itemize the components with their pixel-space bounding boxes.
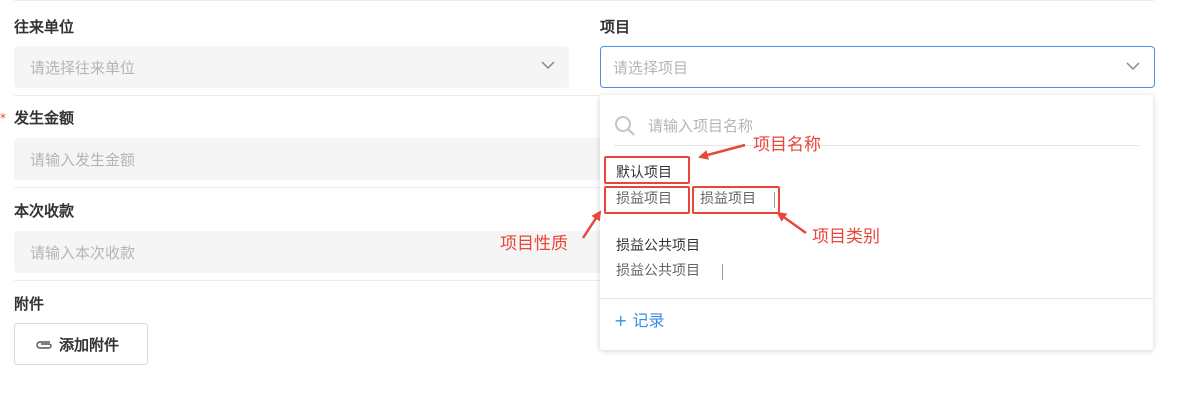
- row-divider: [14, 280, 600, 281]
- amount-input[interactable]: 请输入发生金额: [14, 138, 600, 180]
- add-attachment-label: 添加附件: [59, 335, 120, 354]
- annotation-name: 项目名称: [753, 135, 821, 155]
- project-select[interactable]: 请选择项目: [600, 46, 1155, 88]
- search-icon: [615, 116, 635, 136]
- add-attachment-button[interactable]: 添加附件: [14, 323, 148, 365]
- annotation-nature: 项目性质: [500, 234, 568, 254]
- separator-bar: [722, 264, 723, 280]
- project-nature: 损益公共项目: [616, 263, 700, 279]
- required-mark: *: [0, 111, 6, 125]
- add-record-link[interactable]: + 记录: [614, 311, 665, 331]
- top-divider: [14, 0, 1154, 1]
- highlight-box-category: [692, 186, 780, 214]
- partner-placeholder: 请选择往来单位: [30, 58, 136, 77]
- project-label: 项目: [600, 18, 631, 36]
- annotation-category: 项目类别: [812, 227, 880, 247]
- highlight-box-name: [604, 156, 690, 184]
- chevron-down-icon: [1126, 62, 1140, 71]
- receipt-label: 本次收款: [14, 202, 75, 220]
- row-divider: [14, 95, 600, 96]
- amount-placeholder: 请输入发生金额: [30, 150, 136, 169]
- highlight-box-nature: [604, 186, 690, 214]
- footer-divider: [600, 298, 1153, 299]
- partner-select[interactable]: 请选择往来单位: [14, 46, 569, 88]
- project-placeholder: 请选择项目: [613, 58, 689, 77]
- search-divider: [614, 145, 1139, 146]
- project-name: 损益公共项目: [616, 238, 700, 254]
- project-dropdown: 请输入项目名称 默认项目 损益项目 损益项目 损益公共项目 损益公共项目 + 记…: [600, 95, 1153, 350]
- partner-label: 往来单位: [14, 18, 75, 36]
- paperclip-icon: [36, 341, 52, 349]
- chevron-down-icon: [541, 61, 555, 70]
- receipt-placeholder: 请输入本次收款: [30, 243, 136, 262]
- amount-label: 发生金额: [14, 109, 75, 127]
- row-divider: [14, 187, 600, 188]
- project-search-placeholder: 请输入项目名称: [648, 117, 754, 135]
- attachment-label: 附件: [14, 295, 45, 313]
- project-search[interactable]: 请输入项目名称: [614, 115, 1138, 147]
